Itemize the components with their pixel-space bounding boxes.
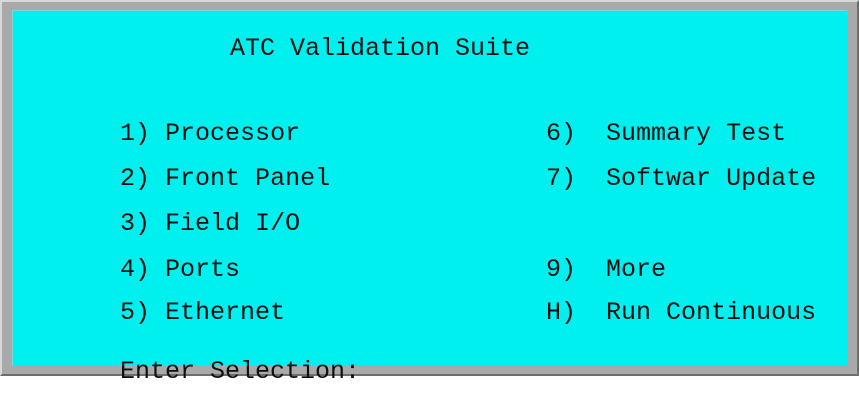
menu-key: H): [546, 298, 577, 327]
menu-item-run-continuous[interactable]: H) Run Continuous: [456, 275, 816, 350]
menu-key: 7): [546, 164, 577, 193]
menu-item-software-update[interactable]: 7) Softwar Update: [456, 141, 816, 216]
selection-prompt[interactable]: Enter Selection:: [30, 334, 378, 409]
terminal-screen: ATC Validation Suite 1) Processor 2) Fro…: [12, 10, 847, 384]
text-cursor: [366, 374, 378, 378]
menu-label: Run Continuous: [606, 298, 817, 327]
menu-label: Ethernet: [165, 298, 286, 327]
menu-label: Softwar Update: [606, 164, 817, 193]
menu-key: 5): [120, 298, 151, 327]
prompt-label: Enter Selection:: [120, 357, 361, 386]
menu-title: ATC Validation Suite: [230, 34, 531, 63]
terminal-window: ATC Validation Suite 1) Processor 2) Fro…: [0, 0, 859, 384]
